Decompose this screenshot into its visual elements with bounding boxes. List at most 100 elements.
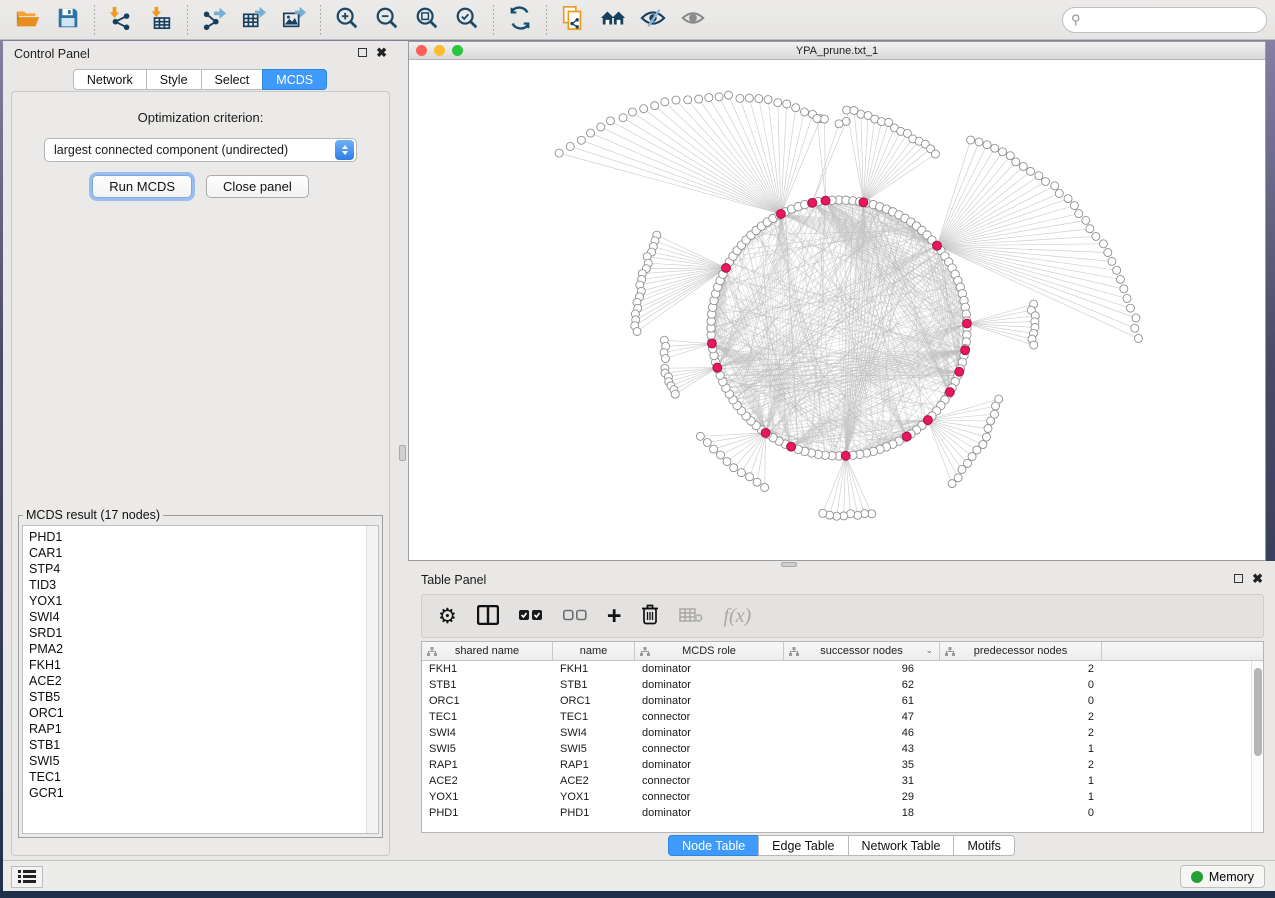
leaf-node[interactable] (958, 465, 966, 473)
leaf-node[interactable] (819, 509, 827, 517)
leaf-node[interactable] (1075, 210, 1083, 218)
leaf-node[interactable] (1099, 240, 1107, 248)
mcds-result-item[interactable]: STB1 (29, 737, 378, 753)
leaf-node[interactable] (1123, 294, 1131, 302)
leaf-node[interactable] (1012, 158, 1020, 166)
mcds-hub-node[interactable] (761, 428, 770, 437)
leaf-node[interactable] (746, 473, 754, 481)
delete-table-button[interactable] (679, 601, 703, 631)
leaf-node[interactable] (983, 141, 991, 149)
mcds-hub-node[interactable] (924, 416, 933, 425)
zoom-selected-button[interactable] (450, 4, 484, 36)
leaf-node[interactable] (640, 105, 648, 113)
leaf-node[interactable] (619, 114, 627, 122)
leaf-node[interactable] (982, 433, 990, 441)
leaf-node[interactable] (737, 469, 745, 477)
leaf-node[interactable] (717, 451, 725, 459)
leaf-node[interactable] (1108, 257, 1116, 265)
float-table-panel-icon[interactable] (1234, 574, 1243, 583)
bottom-tab-network-table[interactable]: Network Table (848, 835, 955, 856)
mcds-result-item[interactable]: ACE2 (29, 673, 378, 689)
leaf-node[interactable] (1055, 189, 1063, 197)
table-row[interactable]: ACE2ACE2connector311 (422, 773, 1263, 789)
leaf-node[interactable] (764, 96, 772, 104)
mcds-hub-node[interactable] (841, 451, 850, 460)
deselect-all-rows-button[interactable] (563, 601, 587, 631)
show-all-button[interactable] (676, 4, 710, 36)
select-all-rows-button[interactable] (519, 601, 543, 631)
leaf-node[interactable] (1030, 341, 1038, 349)
leaf-node[interactable] (1131, 324, 1139, 332)
close-panel-icon[interactable]: ✖ (376, 48, 387, 57)
mcds-result-item[interactable]: GCR1 (29, 785, 378, 801)
column-header-name[interactable]: name (553, 642, 635, 660)
window-zoom-button[interactable] (452, 45, 463, 56)
export-network-button[interactable] (197, 4, 231, 36)
import-network-button[interactable] (104, 4, 138, 36)
mcds-result-item[interactable]: RAP1 (29, 721, 378, 737)
task-history-button[interactable] (11, 866, 43, 888)
window-minimize-button[interactable] (434, 45, 445, 56)
leaf-node[interactable] (1027, 167, 1035, 175)
network-window-titlebar[interactable]: YPA_prune.txt_1 (409, 42, 1265, 60)
mcds-hub-node[interactable] (963, 319, 972, 328)
horizontal-splitter-handle[interactable] (781, 562, 797, 567)
mcds-result-item[interactable]: STP4 (29, 561, 378, 577)
export-table-button[interactable] (237, 4, 271, 36)
close-panel-button[interactable]: Close panel (206, 175, 309, 198)
mcds-hub-node[interactable] (933, 241, 942, 250)
leaf-node[interactable] (1092, 232, 1100, 240)
leaf-node[interactable] (684, 96, 692, 104)
leaf-node[interactable] (984, 425, 992, 433)
float-panel-icon[interactable] (358, 48, 367, 57)
mcds-result-item[interactable]: SRD1 (29, 625, 378, 641)
leaf-node[interactable] (991, 144, 999, 152)
column-header-predecessor-nodes[interactable]: predecessor nodes (940, 642, 1102, 660)
mcds-result-item[interactable]: TID3 (29, 577, 378, 593)
leaf-node[interactable] (1126, 304, 1134, 312)
export-image-button[interactable] (277, 4, 311, 36)
search-input[interactable] (1086, 13, 1258, 27)
mcds-hub-node[interactable] (787, 442, 796, 451)
table-row[interactable]: STB1STB1dominator620 (422, 677, 1263, 693)
leaf-node[interactable] (843, 106, 851, 114)
mcds-hub-node[interactable] (713, 363, 722, 372)
memory-button[interactable]: Memory (1180, 865, 1265, 888)
table-row[interactable]: PHD1PHD1dominator180 (422, 805, 1263, 821)
mcds-result-item[interactable]: STB5 (29, 689, 378, 705)
leaf-node[interactable] (1035, 172, 1043, 180)
leaf-node[interactable] (730, 464, 738, 472)
leaf-node[interactable] (1113, 266, 1121, 274)
table-row[interactable]: YOX1YOX1connector291 (422, 789, 1263, 805)
leaf-node[interactable] (1051, 182, 1059, 190)
leaf-node[interactable] (695, 95, 703, 103)
leaf-node[interactable] (854, 511, 862, 519)
leaf-node[interactable] (948, 480, 956, 488)
leaf-node[interactable] (661, 98, 669, 106)
leaf-node[interactable] (753, 478, 761, 486)
leaf-node[interactable] (1070, 202, 1078, 210)
bottom-tab-edge-table[interactable]: Edge Table (758, 835, 848, 856)
mcds-result-item[interactable]: TEC1 (29, 769, 378, 785)
leaf-node[interactable] (761, 483, 769, 491)
mcds-hub-node[interactable] (945, 388, 954, 397)
mcds-hub-node[interactable] (955, 367, 964, 376)
save-session-button[interactable] (51, 4, 85, 36)
leaf-node[interactable] (710, 445, 718, 453)
table-row[interactable]: SWI5SWI5connector431 (422, 741, 1263, 757)
optimization-criterion-select[interactable]: largest connected component (undirected) (44, 138, 357, 162)
leaf-node[interactable] (705, 94, 713, 102)
leaf-node[interactable] (1116, 275, 1124, 283)
vertical-splitter[interactable] (397, 41, 408, 860)
leaf-node[interactable] (755, 95, 763, 103)
mcds-hub-node[interactable] (708, 339, 717, 348)
table-scrollbar[interactable] (1251, 661, 1263, 832)
mcds-hub-node[interactable] (722, 264, 731, 273)
window-close-button[interactable] (416, 45, 427, 56)
leaf-node[interactable] (577, 136, 585, 144)
mcds-hub-node[interactable] (902, 432, 911, 441)
zoom-in-button[interactable] (330, 4, 364, 36)
leaf-node[interactable] (745, 94, 753, 102)
leaf-node[interactable] (566, 142, 574, 150)
tab-mcds[interactable]: MCDS (262, 69, 327, 90)
